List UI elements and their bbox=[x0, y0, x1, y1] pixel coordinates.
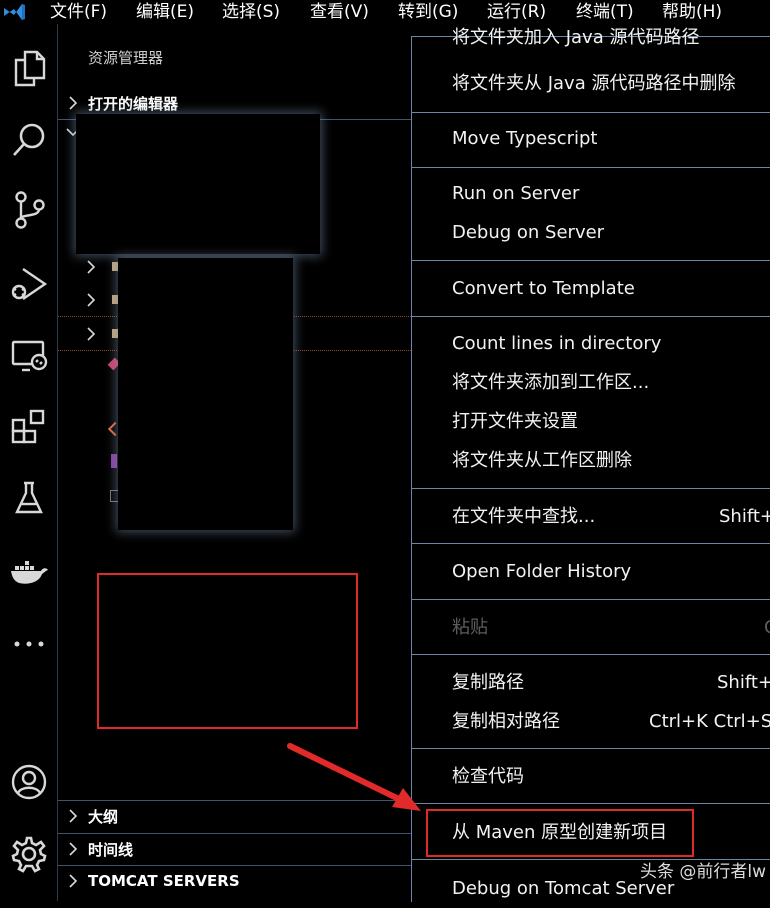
remote-explorer-icon[interactable] bbox=[0, 328, 57, 384]
vscode-logo-icon bbox=[0, 0, 28, 24]
menu-item-open-folder-settings[interactable]: 打开文件夹设置 bbox=[412, 402, 770, 441]
menu-item-shortcut: Shift+ bbox=[719, 506, 770, 527]
context-menu: 将文件夹加入 Java 源代码路径 将文件夹从 Java 源代码路径中删除 Mo… bbox=[411, 27, 770, 902]
menu-help[interactable]: 帮助(H) bbox=[662, 0, 722, 24]
extensions-icon[interactable] bbox=[0, 398, 57, 454]
source-control-icon[interactable] bbox=[0, 182, 57, 238]
section-tomcat-label: TOMCAT SERVERS bbox=[88, 872, 240, 890]
section-open-editors-label: 打开的编辑器 bbox=[88, 94, 179, 113]
menu-item-add-java-source[interactable]: 将文件夹加入 Java 源代码路径 bbox=[412, 25, 770, 51]
menu-item-label: Count lines in directory bbox=[452, 333, 662, 354]
menu-go[interactable]: 转到(G) bbox=[398, 0, 458, 24]
menu-separator bbox=[412, 112, 770, 113]
sidebar-title: 资源管理器 bbox=[88, 49, 164, 67]
chevron-right-icon bbox=[58, 874, 88, 888]
menu-item-label: 将文件夹加入 Java 源代码路径 bbox=[452, 27, 700, 48]
menu-separator bbox=[412, 488, 770, 489]
menu-separator bbox=[412, 599, 770, 600]
section-outline-label: 大纲 bbox=[88, 807, 119, 826]
menu-file[interactable]: 文件(F) bbox=[50, 0, 107, 24]
menu-item-label: 粘贴 bbox=[452, 617, 488, 638]
menu-view[interactable]: 查看(V) bbox=[310, 0, 369, 24]
menu-separator bbox=[412, 316, 770, 317]
menu-item-label: 打开文件夹设置 bbox=[452, 411, 578, 432]
menu-item-label: Run on Server bbox=[452, 183, 580, 204]
menu-item-label: Move Typescript bbox=[452, 128, 598, 149]
menu-item-find-in-folder[interactable]: 在文件夹中查找... Shift+ bbox=[412, 497, 770, 536]
redacted-overlay bbox=[76, 114, 320, 254]
explorer-icon[interactable] bbox=[0, 40, 57, 96]
account-icon[interactable] bbox=[0, 754, 57, 810]
section-outline[interactable]: 大纲 bbox=[58, 800, 413, 831]
menu-item-label: Debug on Server bbox=[452, 222, 605, 243]
menu-item-copy-relative-path[interactable]: 复制相对路径 Ctrl+K Ctrl+Sh bbox=[412, 702, 770, 741]
menu-selection[interactable]: 选择(S) bbox=[222, 0, 280, 24]
menu-separator bbox=[412, 543, 770, 544]
chevron-right-icon bbox=[58, 96, 88, 110]
menu-item-label: 将文件夹添加到工作区... bbox=[452, 372, 650, 393]
menu-item-count-lines[interactable]: Count lines in directory bbox=[412, 324, 770, 363]
menu-item-label: 在文件夹中查找... bbox=[452, 506, 596, 527]
menu-item-move-typescript[interactable]: Move Typescript bbox=[412, 119, 770, 158]
menu-item-remove-folder-from-workspace[interactable]: 将文件夹从工作区删除 bbox=[412, 441, 770, 480]
menu-item-shortcut: Ctrl+K Ctrl+Sh bbox=[649, 711, 770, 732]
more-icon[interactable] bbox=[0, 616, 57, 672]
section-timeline-label: 时间线 bbox=[88, 840, 134, 859]
menu-item-copy-path[interactable]: 复制路径 Shift+ bbox=[412, 663, 770, 702]
docker-icon[interactable] bbox=[0, 544, 57, 600]
chevron-right-icon bbox=[86, 292, 96, 311]
menu-item-label: 复制路径 bbox=[452, 672, 524, 693]
menu-separator bbox=[412, 803, 770, 804]
highlight-box bbox=[97, 573, 358, 729]
menu-item-label: Convert to Template bbox=[452, 278, 635, 299]
menu-item-run-on-server[interactable]: Run on Server bbox=[412, 174, 770, 213]
chevron-right-icon bbox=[58, 809, 88, 823]
menu-separator bbox=[412, 260, 770, 261]
menu-item-label: Open Folder History bbox=[452, 561, 632, 582]
chevron-right-icon bbox=[86, 259, 96, 278]
file-icon bbox=[111, 454, 117, 468]
redacted-overlay bbox=[118, 258, 293, 530]
menu-item-label: 将文件夹从 Java 源代码路径中删除 bbox=[452, 73, 736, 94]
menu-terminal[interactable]: 终端(T) bbox=[576, 0, 634, 24]
menu-item-debug-on-server[interactable]: Debug on Server bbox=[412, 213, 770, 252]
section-timeline[interactable]: 时间线 bbox=[58, 833, 413, 864]
menu-item-paste: 粘贴 C bbox=[412, 608, 770, 647]
menu-item-add-folder-to-workspace[interactable]: 将文件夹添加到工作区... bbox=[412, 363, 770, 402]
menu-item-label: 复制相对路径 bbox=[452, 711, 560, 732]
menu-run[interactable]: 运行(R) bbox=[487, 0, 546, 24]
activity-bar bbox=[0, 24, 58, 901]
menu-separator bbox=[412, 167, 770, 168]
menu-bar: 文件(F) 编辑(E) 选择(S) 查看(V) 转到(G) 运行(R) 终端(T… bbox=[0, 0, 770, 24]
section-tomcat-servers[interactable]: TOMCAT SERVERS bbox=[58, 865, 413, 896]
menu-separator bbox=[412, 748, 770, 749]
search-icon[interactable] bbox=[0, 112, 57, 168]
testing-icon[interactable] bbox=[0, 470, 57, 526]
menu-item-convert-to-template[interactable]: Convert to Template bbox=[412, 269, 770, 308]
settings-gear-icon[interactable] bbox=[0, 826, 57, 882]
menu-item-label: 将文件夹从工作区删除 bbox=[452, 450, 632, 471]
watermark: 头条 @前行者lw bbox=[640, 862, 767, 882]
menu-item-shortcut: C bbox=[764, 608, 770, 647]
menu-item-open-folder-history[interactable]: Open Folder History bbox=[412, 552, 770, 591]
menu-separator bbox=[412, 654, 770, 655]
menu-item-label: 检查代码 bbox=[452, 766, 524, 787]
menu-edit[interactable]: 编辑(E) bbox=[136, 0, 194, 24]
chevron-right-icon bbox=[58, 842, 88, 856]
maven-highlight-box bbox=[426, 809, 694, 857]
menu-item-inspect-code[interactable]: 检查代码 bbox=[412, 757, 770, 796]
menu-item-remove-java-source[interactable]: 将文件夹从 Java 源代码路径中删除 bbox=[412, 64, 770, 103]
menu-item-shortcut: Shift+ bbox=[717, 672, 770, 693]
run-debug-icon[interactable] bbox=[0, 256, 57, 312]
chevron-right-icon bbox=[86, 326, 96, 345]
